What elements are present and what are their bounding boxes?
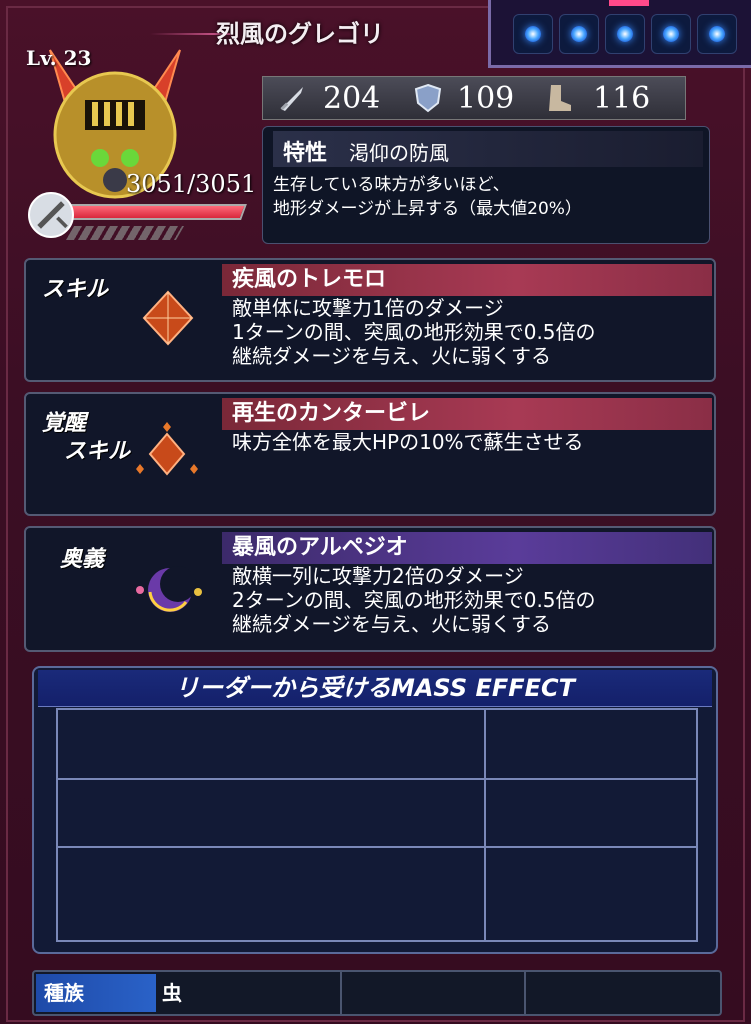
hp-value: 3051/3051 <box>126 170 257 198</box>
trait-panel: 特性 渇仰の防風 生存している味方が多いほど、 地形ダメージが上昇する（最大値2… <box>262 126 710 244</box>
race-row: 種族 虫 <box>32 970 722 1016</box>
ougi-name: 暴風のアルペジオ <box>222 532 712 564</box>
grid-line <box>58 846 696 848</box>
orb-slot <box>559 14 599 54</box>
ougi-label: 奥義 <box>60 547 105 572</box>
skill-label: スキル <box>42 277 109 302</box>
trait-header <box>273 131 703 167</box>
trait-tag: 特性 <box>283 141 328 166</box>
ougi-panel: 奥義 暴風のアルペジオ 敵横一列に攻撃力2倍のダメージ 2ターンの間、突風の地形… <box>24 526 716 652</box>
weapon-icon <box>28 192 74 238</box>
awakening-skill-panel: 覚醒 スキル 再生のカンタービレ 味方全体を最大HPの10%で蘇生させる <box>24 392 716 516</box>
boot-icon <box>549 85 571 111</box>
orb-slot <box>697 14 737 54</box>
sub-gauge <box>65 226 185 240</box>
hp-bar <box>63 204 247 220</box>
awakening-skill-name: 再生のカンタービレ <box>222 398 712 430</box>
race-label: 種族 <box>36 974 156 1012</box>
orb-slots <box>488 0 751 68</box>
orb-slot <box>513 14 553 54</box>
awakening-skill-description: 味方全体を最大HPの10%で蘇生させる <box>232 430 584 454</box>
trait-name: 渇仰の防風 <box>349 141 449 165</box>
sword-icon <box>280 87 303 111</box>
ougi-description: 敵横一列に攻撃力2倍のダメージ 2ターンの間、突風の地形効果で0.5倍の 継続ダ… <box>232 564 596 636</box>
orb-slot <box>605 14 645 54</box>
stats-bar: 204 109 116 <box>262 76 686 120</box>
awakening-skill-label: 覚醒 スキル <box>42 411 131 464</box>
grid-line <box>58 778 696 780</box>
unit-level: Lv. 23 <box>26 46 92 70</box>
hp-bar-fill <box>65 206 245 218</box>
orb-slot <box>651 14 691 54</box>
race-value: 虫 <box>162 981 182 1005</box>
speed-value: 116 <box>593 81 651 116</box>
moon-orb-icon <box>136 566 202 612</box>
mass-effect-panel: リーダーから受けるMASS EFFECT <box>32 666 718 954</box>
mass-effect-grid <box>56 708 698 942</box>
awakening-crystal-icon <box>136 422 198 476</box>
attack-value: 204 <box>323 81 381 116</box>
shield-icon <box>414 83 442 113</box>
race-divider <box>340 972 342 1014</box>
skill-crystal-icon <box>142 290 194 346</box>
skill-name: 疾風のトレモロ <box>222 264 712 296</box>
orb-active-marker <box>609 0 649 6</box>
skill-description: 敵単体に攻撃力1倍のダメージ 1ターンの間、突風の地形効果で0.5倍の 継続ダメ… <box>232 296 596 368</box>
trait-description: 生存している味方が多いほど、 地形ダメージが上昇する（最大値20%） <box>273 175 582 219</box>
defense-value: 109 <box>457 81 515 116</box>
skill-panel: スキル 疾風のトレモロ 敵単体に攻撃力1倍のダメージ 1ターンの間、突風の地形効… <box>24 258 716 382</box>
mass-effect-title: リーダーから受けるMASS EFFECT <box>38 670 712 707</box>
grid-line <box>484 710 486 940</box>
race-divider <box>524 972 526 1014</box>
